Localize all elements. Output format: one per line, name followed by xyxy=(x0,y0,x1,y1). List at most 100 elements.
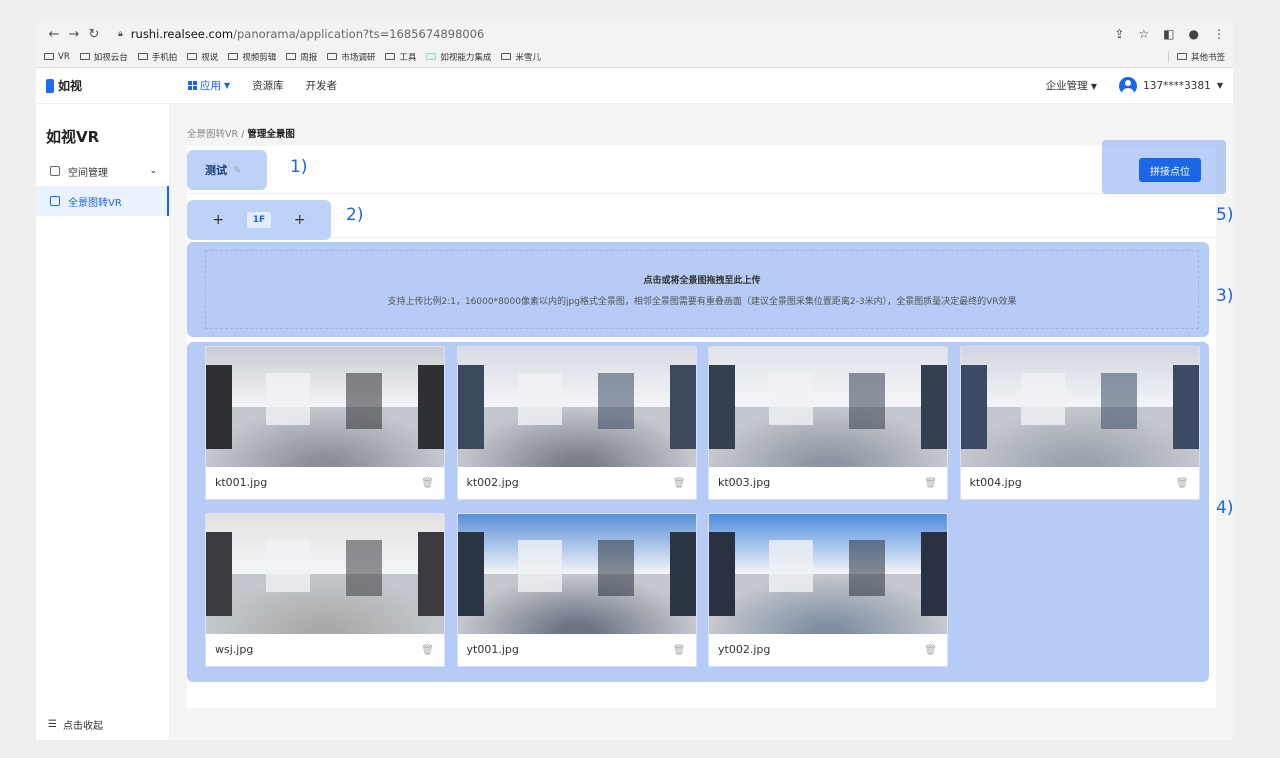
sidebar-item-panorama-to-vr[interactable]: 全景图转VR xyxy=(36,186,169,216)
back-icon[interactable]: ← xyxy=(44,27,64,42)
user-phone: 137****3381 xyxy=(1143,79,1211,92)
image-card[interactable]: kt004.jpg 🗑︎ xyxy=(959,346,1200,500)
camera-icon xyxy=(50,166,60,176)
grid-icon xyxy=(188,81,197,90)
image-card[interactable]: yt001.jpg 🗑︎ xyxy=(456,513,697,667)
folder-icon xyxy=(79,53,90,60)
bookmark-item[interactable]: 工具 xyxy=(385,51,416,63)
bookmark-item[interactable]: 如视云台 xyxy=(79,51,128,63)
chevron-down-icon: ⌄ xyxy=(149,166,157,176)
stitch-button[interactable]: 拼接点位 xyxy=(1139,158,1201,182)
user-menu[interactable]: 137****3381 ▼ xyxy=(1119,76,1223,95)
bookmark-label: 工具 xyxy=(399,52,417,63)
upload-inner: 点击或将全景图拖拽至此上传 支持上传比例2:1，16000*8000像素以内的j… xyxy=(205,250,1199,329)
edit-icon[interactable]: ✎ xyxy=(233,165,241,176)
share-icon[interactable]: ⇪ xyxy=(1114,27,1124,41)
breadcrumb-parent[interactable]: 全景图转VR xyxy=(187,129,238,140)
breadcrumb-separator: / xyxy=(241,129,245,140)
logo-icon xyxy=(46,78,54,93)
sidebar: 如视VR 空间管理 ⌄ 全景图转VR ☰ 点击收起 xyxy=(36,104,170,740)
bookmark-item[interactable]: VR xyxy=(44,52,70,62)
panorama-thumbnail xyxy=(709,347,947,467)
marker-2: 2) xyxy=(346,205,364,225)
nav-apps[interactable]: 应用 ▼ xyxy=(188,78,230,93)
image-card[interactable]: kt002.jpg 🗑︎ xyxy=(456,346,697,500)
bookmark-label: 米雪儿 xyxy=(515,52,541,63)
bookmark-item[interactable]: 米雪儿 xyxy=(501,51,541,63)
folder-icon xyxy=(1176,53,1187,60)
upload-dropzone[interactable]: 点击或将全景图拖拽至此上传 支持上传比例2:1，16000*8000像素以内的j… xyxy=(187,242,1209,337)
forward-icon[interactable]: → xyxy=(64,27,84,42)
bookmark-item[interactable]: 视说 xyxy=(187,51,218,63)
bookmark-label: 如视能力集成 xyxy=(440,52,492,63)
panorama-thumbnail xyxy=(206,347,444,467)
caret-down-icon: ▼ xyxy=(1216,81,1223,90)
sidebar-item-label: 全景图转VR xyxy=(68,197,122,209)
image-filename: kt004.jpg xyxy=(969,476,1022,489)
sidepanel-icon[interactable]: ◧ xyxy=(1163,27,1174,41)
image-filename: yt002.jpg xyxy=(718,643,771,656)
image-card[interactable]: wsj.jpg 🗑︎ xyxy=(205,513,445,667)
sidebar-item-space-management[interactable]: 空间管理 ⌄ xyxy=(36,156,169,186)
nav-apps-label: 应用 xyxy=(200,80,221,92)
marker-5: 5) xyxy=(1216,205,1234,225)
folder-icon xyxy=(286,53,297,60)
org-menu[interactable]: 企业管理 ▼ xyxy=(1046,78,1098,93)
folder-icon xyxy=(327,53,338,60)
panorama-thumbnail xyxy=(709,514,947,634)
trash-icon[interactable]: 🗑︎ xyxy=(924,645,937,656)
panorama-panel: 测试 ✎ 拼接点位 + 1F + 点击或将全景图拖拽至此上传 支持上传比例2:1… xyxy=(187,140,1226,708)
add-floor-above-button[interactable]: + xyxy=(294,212,306,228)
reload-icon[interactable]: ↻ xyxy=(84,27,104,42)
url-field[interactable]: 🔒︎ rushi.realsee.com /panorama/applicati… xyxy=(118,27,484,41)
bookmark-label: 周报 xyxy=(300,52,318,63)
bookmark-item[interactable]: 市场调研 xyxy=(327,51,375,63)
other-bookmarks-label: 其他书签 xyxy=(1190,52,1225,63)
trash-icon[interactable]: 🗑︎ xyxy=(924,478,937,489)
bookmark-item[interactable]: 视频剪辑 xyxy=(228,51,276,63)
folder-icon xyxy=(426,53,437,60)
star-icon[interactable]: ☆ xyxy=(1138,27,1149,41)
trash-icon[interactable]: 🗑︎ xyxy=(421,645,434,656)
org-menu-label: 企业管理 xyxy=(1045,80,1088,92)
bookmark-item[interactable]: 周报 xyxy=(286,51,317,63)
upload-description: 支持上传比例2:1，16000*8000像素以内的jpg格式全景图，相邻全景图需… xyxy=(387,296,1017,307)
folder-icon xyxy=(385,53,396,60)
trash-icon[interactable]: 🗑︎ xyxy=(421,478,434,489)
image-card[interactable]: kt003.jpg 🗑︎ xyxy=(708,346,948,500)
image-card[interactable]: kt001.jpg 🗑︎ xyxy=(205,346,445,500)
marker-3: 3) xyxy=(1216,286,1234,306)
profile-icon[interactable]: ● xyxy=(1189,27,1199,41)
bookmarks-bar: VR 如视云台 手机拍 视说 视频剪辑 周报 市场调研 工具 如视能力集成 米雪儿 其他书签 xyxy=(36,46,1233,68)
nav-developer[interactable]: 开发者 xyxy=(306,78,338,93)
sidebar-item-label: 空间管理 xyxy=(68,167,108,179)
image-gallery: kt001.jpg 🗑︎ kt002.jpg 🗑︎ kt003.jpg 🗑︎ kt004.j… xyxy=(187,342,1209,682)
folder-icon xyxy=(228,53,239,60)
bookmark-label: 如视云台 xyxy=(93,52,128,63)
image-card[interactable]: yt002.jpg 🗑︎ xyxy=(708,513,948,667)
trash-icon[interactable]: 🗑︎ xyxy=(673,645,686,656)
panorama-thumbnail xyxy=(457,514,696,634)
image-filename: kt003.jpg xyxy=(718,476,771,489)
kebab-menu-icon[interactable]: ⋮ xyxy=(1213,27,1225,41)
floor-row: + 1F + xyxy=(187,198,1216,240)
project-name[interactable]: 测试 ✎ xyxy=(187,150,267,190)
other-bookmarks[interactable]: 其他书签 xyxy=(1167,50,1225,63)
marker-4: 4) xyxy=(1216,498,1234,518)
bookmark-label: 手机拍 xyxy=(151,52,178,63)
url-path: /panorama/application?ts=1685674898006 xyxy=(233,27,485,41)
collapse-sidebar-button[interactable]: ☰ 点击收起 xyxy=(48,717,103,732)
image-filename: yt001.jpg xyxy=(466,643,519,656)
logo[interactable]: 如视 xyxy=(46,77,82,94)
folder-icon xyxy=(137,53,148,60)
nav-resources[interactable]: 资源库 xyxy=(252,78,284,93)
trash-icon[interactable]: 🗑︎ xyxy=(673,478,686,489)
bookmark-item[interactable]: 手机拍 xyxy=(137,51,178,63)
add-floor-below-button[interactable]: + xyxy=(212,212,224,228)
floor-tab-1f[interactable]: 1F xyxy=(246,212,272,228)
trash-icon[interactable]: 🗑︎ xyxy=(1176,478,1189,489)
panorama-thumbnail xyxy=(206,514,444,634)
panorama-thumbnail xyxy=(960,347,1199,467)
caret-down-icon: ▼ xyxy=(1090,82,1098,91)
bookmark-item[interactable]: 如视能力集成 xyxy=(426,51,491,63)
